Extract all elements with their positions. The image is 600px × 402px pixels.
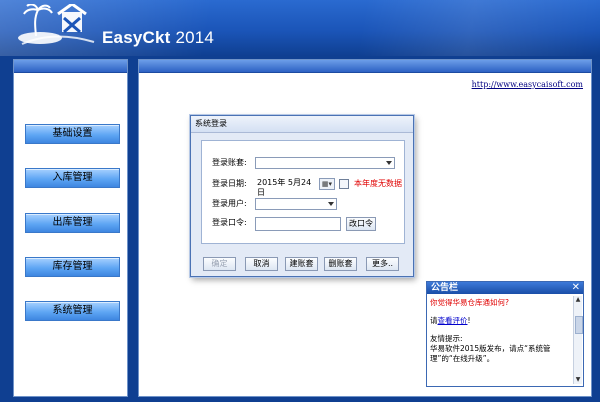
notice-panel-header: 公告栏 ✕ (427, 282, 583, 294)
user-row: 登录用户: (212, 198, 342, 210)
notice-question: 你觉得华易仓库通如何? (430, 298, 509, 307)
cancel-button[interactable]: 取消 (245, 257, 278, 271)
password-label: 登录口令: (212, 218, 247, 227)
logo-icon (18, 4, 95, 45)
notice-content: 你觉得华易仓库通如何? 请查看评价! 友情提示: 华易软件2015版发布，请点“… (430, 298, 572, 384)
password-field[interactable] (255, 217, 341, 231)
app-header: EasyCkt 2014 (0, 0, 600, 56)
change-password-button[interactable]: 改口令 (346, 217, 376, 231)
sidebar-item-basic-settings[interactable]: 基础设置 (25, 124, 120, 144)
ok-button[interactable]: 确定 (203, 257, 236, 271)
sidebar-item-inventory[interactable]: 库存管理 (25, 257, 120, 277)
notice-please-suffix: ! (467, 316, 471, 325)
close-icon[interactable]: ✕ (572, 282, 580, 294)
notice-title: 公告栏 (431, 283, 459, 293)
scroll-down-icon[interactable]: ▼ (574, 376, 582, 384)
scroll-up-icon[interactable]: ▲ (574, 296, 582, 304)
password-row: 登录口令: 改口令 (212, 217, 382, 231)
app-title-main: EasyCkt (102, 28, 171, 47)
login-dialog-title: 系统登录 (191, 116, 413, 133)
app-title: EasyCkt 2014 (102, 28, 214, 48)
date-label: 登录日期: (212, 179, 247, 188)
sidebar-panel-header (14, 60, 127, 73)
notice-please-prefix: 请 (430, 316, 438, 325)
account-select[interactable] (255, 157, 395, 169)
more-button[interactable]: 更多.. (366, 257, 399, 271)
app-title-year: 2014 (175, 28, 215, 47)
user-label: 登录用户: (212, 199, 247, 208)
login-form: 登录账套: 登录日期: 2015年 5月24日 ▦▾ 本年度无数据 登录用户: … (201, 140, 405, 244)
website-link[interactable]: http://www.easycaisoft.com (472, 80, 583, 89)
date-value[interactable]: 2015年 5月24日 (257, 178, 317, 197)
chevron-down-icon (328, 202, 334, 206)
user-select[interactable] (255, 198, 337, 210)
rate-link[interactable]: 查看评价 (438, 316, 468, 325)
no-data-notice: 本年度无数据 (354, 179, 402, 188)
calendar-dropdown-icon[interactable]: ▦▾ (319, 178, 335, 190)
notice-scrollbar[interactable]: ▲ ▼ (573, 296, 583, 384)
login-dialog: 系统登录 登录账套: 登录日期: 2015年 5月24日 ▦▾ 本年度无数据 登… (190, 115, 414, 277)
sidebar-item-system[interactable]: 系统管理 (25, 301, 120, 321)
notice-tip-heading: 友情提示: (430, 334, 463, 343)
main-panel-header (139, 60, 591, 73)
sidebar-panel: 基础设置 入库管理 出库管理 库存管理 系统管理 (13, 59, 128, 397)
notice-panel: 公告栏 ✕ 你觉得华易仓库通如何? 请查看评价! 友情提示: 华易软件2015版… (426, 281, 584, 387)
sidebar-item-inbound[interactable]: 入库管理 (25, 168, 120, 188)
year-data-checkbox[interactable] (339, 179, 349, 189)
sidebar-item-outbound[interactable]: 出库管理 (25, 213, 120, 233)
notice-tip-text: 华易软件2015版发布，请点“系统管理”的“在线升级”。 (430, 344, 551, 363)
chevron-down-icon (386, 161, 392, 165)
account-row: 登录账套: (212, 157, 397, 169)
delete-account-button[interactable]: 删账套 (324, 257, 357, 271)
notice-rate-line: 请查看评价! (430, 316, 572, 326)
create-account-button[interactable]: 建账套 (285, 257, 318, 271)
date-row: 登录日期: 2015年 5月24日 ▦▾ 本年度无数据 (212, 178, 402, 197)
account-label: 登录账套: (212, 158, 247, 167)
scroll-thumb[interactable] (575, 316, 583, 334)
